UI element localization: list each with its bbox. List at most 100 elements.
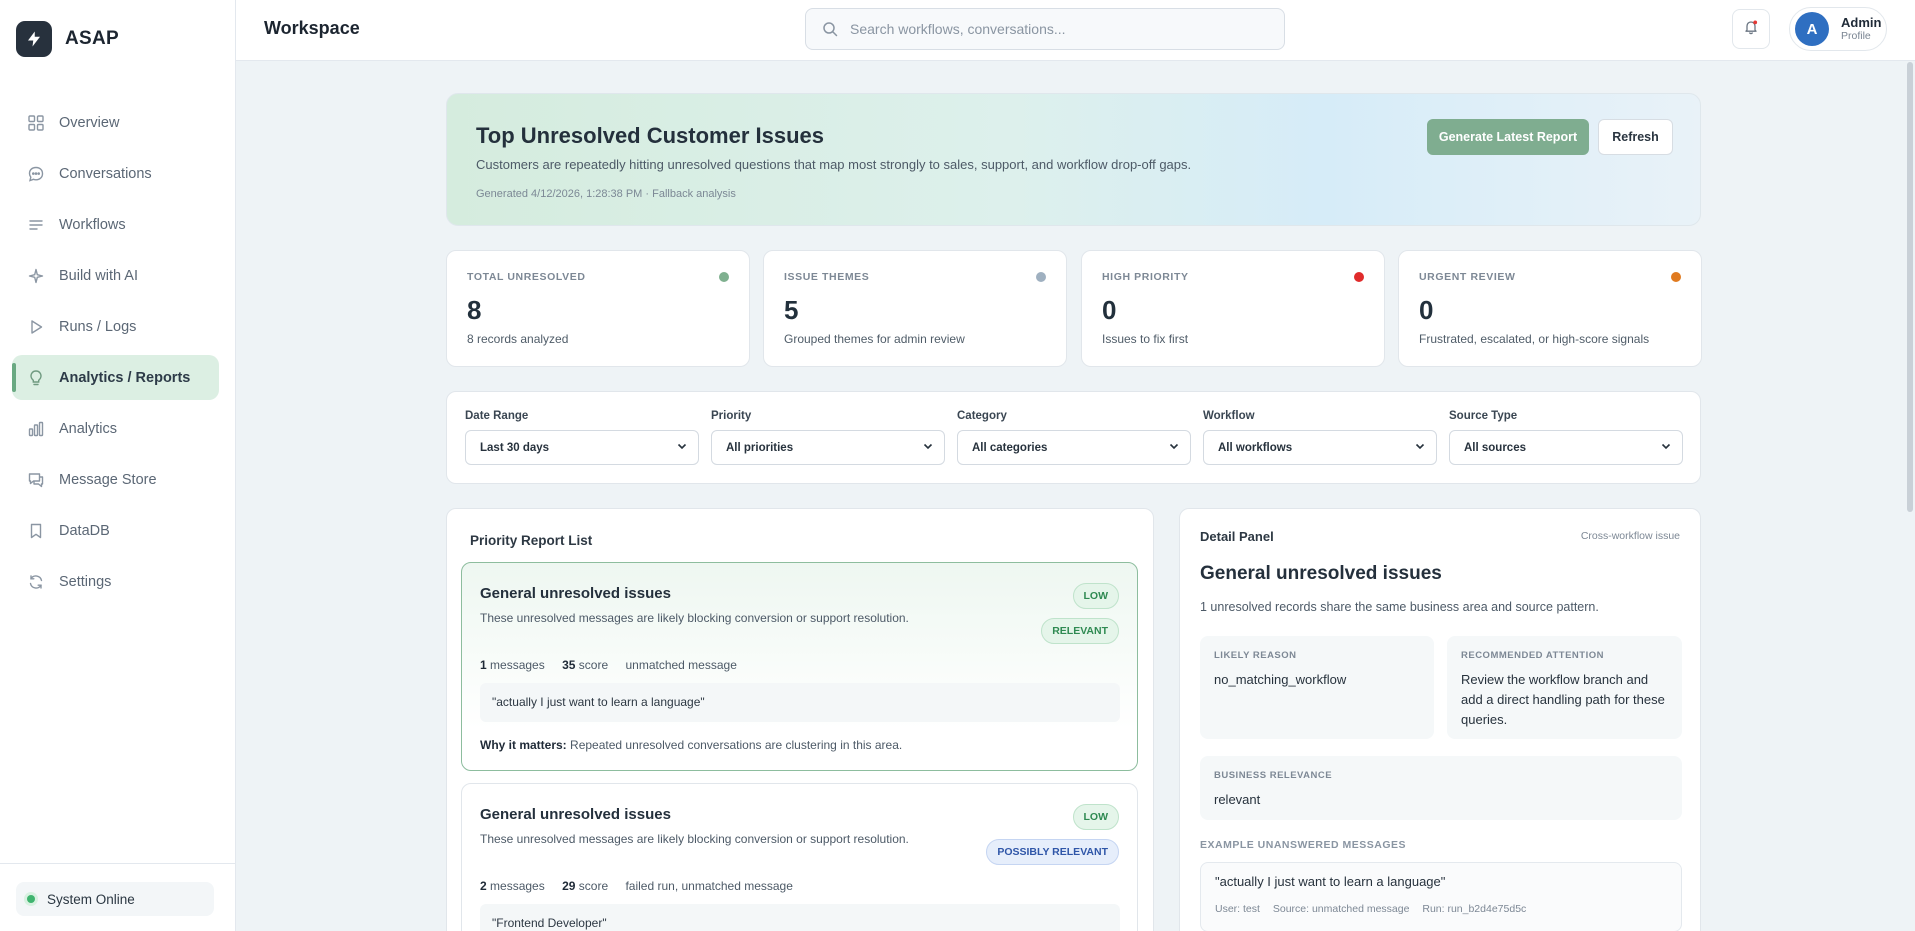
likely-reason-label: LIKELY REASON	[1214, 650, 1297, 661]
filter-label: Date Range	[465, 410, 529, 422]
sidebar-item-settings[interactable]: Settings	[12, 559, 219, 604]
generate-report-button[interactable]: Generate Latest Report	[1427, 119, 1589, 155]
card-title: General unresolved issues	[480, 585, 671, 602]
filter-bar: Date Range Last 30 days Priority All pri…	[446, 391, 1701, 484]
brand[interactable]: ASAP	[16, 21, 119, 57]
system-status: System Online	[16, 882, 214, 916]
hero-title: Top Unresolved Customer Issues	[476, 123, 825, 148]
sidebar-item-build-with-ai[interactable]: Build with AI	[12, 253, 219, 298]
likely-reason-box: LIKELY REASON no_matching_workflow	[1200, 636, 1434, 739]
stat-label: HIGH PRIORITY	[1102, 271, 1189, 283]
sidebar-item-analytics-reports[interactable]: Analytics / Reports	[12, 355, 219, 400]
hero-generated-meta: Generated 4/12/2026, 1:28:38 PM · Fallba…	[476, 188, 736, 200]
workflow-select[interactable]: All workflows	[1203, 430, 1437, 465]
card-metrics: 1 messages 35 score unmatched message	[480, 658, 751, 672]
bell-icon	[1743, 19, 1759, 40]
sidebar-nav: Overview Conversations Workflows Build w…	[12, 100, 219, 610]
filter-workflow: Workflow All workflows	[1203, 410, 1437, 465]
status-dot-icon	[1354, 272, 1364, 282]
priority-select[interactable]: All priorities	[711, 430, 945, 465]
search-bar[interactable]	[805, 8, 1285, 50]
sidebar-item-label: Runs / Logs	[59, 318, 137, 335]
select-value: Last 30 days	[480, 441, 550, 454]
sidebar-item-label: Build with AI	[59, 267, 138, 284]
refresh-gear-icon	[25, 571, 47, 593]
examples-heading: EXAMPLE UNANSWERED MESSAGES	[1200, 839, 1407, 851]
hero-description: Customers are repeatedly hitting unresol…	[476, 157, 1192, 172]
why-it-matters: Why it matters: Repeated unresolved conv…	[480, 738, 902, 752]
likely-reason-value: no_matching_workflow	[1214, 672, 1347, 687]
score-label: score	[578, 879, 609, 893]
status-dot-icon	[719, 272, 729, 282]
sidebar-item-label: Analytics / Reports	[59, 369, 191, 386]
report-card[interactable]: General unresolved issues These unresolv…	[461, 783, 1138, 931]
grid-icon	[25, 112, 47, 134]
page-title: Workspace	[264, 18, 360, 38]
stat-label: TOTAL UNRESOLVED	[467, 271, 586, 283]
filter-category: Category All categories	[957, 410, 1191, 465]
card-metrics: 2 messages 29 score failed run, unmatche…	[480, 879, 807, 893]
messages-metric: 2 messages	[480, 879, 545, 893]
sidebar-item-overview[interactable]: Overview	[12, 100, 219, 145]
sidebar: ASAP Overview Conversations Workflows Bu…	[0, 0, 236, 931]
quote-box: "actually I just want to learn a languag…	[480, 683, 1120, 722]
category-select[interactable]: All categories	[957, 430, 1191, 465]
stat-subtitle: Frustrated, escalated, or high-score sig…	[1419, 332, 1650, 346]
chevron-down-icon	[922, 440, 934, 455]
chevron-down-icon	[1168, 440, 1180, 455]
example-meta: User: test Source: unmatched message Run…	[1215, 903, 1536, 915]
filter-label: Workflow	[1203, 410, 1255, 422]
why-text: Repeated unresolved conversations are cl…	[570, 738, 903, 752]
search-icon	[822, 21, 838, 37]
messages-label: messages	[490, 879, 545, 893]
sidebar-item-label: DataDB	[59, 522, 110, 539]
select-value: All workflows	[1218, 441, 1293, 454]
refresh-button[interactable]: Refresh	[1598, 119, 1673, 155]
select-value: All categories	[972, 441, 1048, 454]
sidebar-item-workflows[interactable]: Workflows	[12, 202, 219, 247]
sidebar-item-conversations[interactable]: Conversations	[12, 151, 219, 196]
brand-name: ASAP	[65, 28, 119, 49]
status-dot-icon	[1036, 272, 1046, 282]
filter-label: Priority	[711, 410, 752, 422]
sidebar-item-datadb[interactable]: DataDB	[12, 508, 219, 553]
chevron-down-icon	[1414, 440, 1426, 455]
example-source: Source: unmatched message	[1272, 903, 1410, 915]
sidebar-item-analytics[interactable]: Analytics	[12, 406, 219, 451]
page-scrollbar[interactable]	[1907, 62, 1913, 512]
system-status-label: System Online	[47, 891, 135, 907]
messages-count: 1	[480, 658, 487, 672]
source-type-select[interactable]: All sources	[1449, 430, 1683, 465]
messages-count: 2	[480, 879, 487, 893]
messages-icon	[25, 469, 47, 491]
search-input[interactable]	[850, 21, 1250, 37]
filter-priority: Priority All priorities	[711, 410, 945, 465]
quote-box: "Frontend Developer"	[480, 904, 1120, 931]
score-label: score	[578, 658, 609, 672]
score-metric: 35 score	[562, 658, 608, 672]
filter-label: Category	[957, 410, 1007, 422]
sparkle-icon	[25, 265, 47, 287]
bar-chart-icon	[25, 418, 47, 440]
profile-name: Admin	[1841, 15, 1882, 30]
report-card[interactable]: General unresolved issues These unresolv…	[461, 562, 1138, 771]
sidebar-item-message-store[interactable]: Message Store	[12, 457, 219, 502]
topbar: Workspace A Admin Profile	[236, 0, 1915, 61]
score-metric: 29 score	[562, 879, 608, 893]
date-range-select[interactable]: Last 30 days	[465, 430, 699, 465]
sidebar-footer: System Online	[0, 863, 236, 931]
business-relevance-value: relevant	[1214, 792, 1261, 807]
stat-card-total-unresolved: TOTAL UNRESOLVED 8 8 records analyzed	[446, 250, 750, 367]
notifications-button[interactable]	[1732, 9, 1770, 49]
chevron-down-icon	[676, 440, 688, 455]
stat-label: ISSUE THEMES	[784, 271, 870, 283]
messages-label: messages	[490, 658, 545, 672]
example-message: "actually I just want to learn a languag…	[1200, 862, 1682, 931]
stat-value: 5	[784, 295, 799, 325]
select-value: All priorities	[726, 441, 794, 454]
filter-label: Source Type	[1449, 410, 1518, 422]
sidebar-item-runs-logs[interactable]: Runs / Logs	[12, 304, 219, 349]
profile-button[interactable]: A Admin Profile	[1789, 7, 1887, 51]
recommended-attention-box: RECOMMENDED ATTENTION Review the workflo…	[1447, 636, 1682, 739]
score-value: 29	[562, 879, 576, 893]
